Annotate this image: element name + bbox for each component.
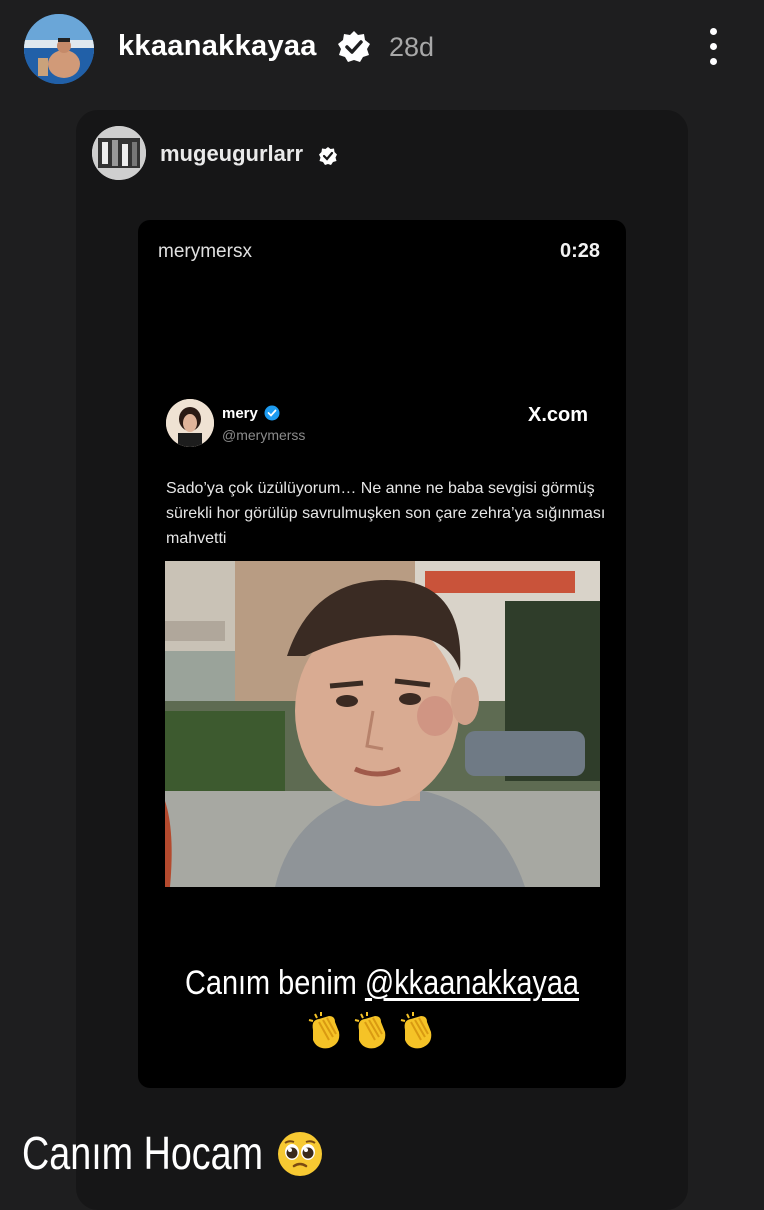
clapping-hands-icon <box>400 1012 432 1049</box>
clapping-hands-icon <box>354 1012 386 1049</box>
story-username[interactable]: kkaanakkayaa <box>118 30 317 63</box>
x-com-label: X.com <box>528 404 589 426</box>
reel-uploader[interactable]: merymersx <box>158 241 252 263</box>
tweet-author-handle: @merymerss <box>222 427 306 443</box>
story-user-avatar[interactable] <box>24 14 94 84</box>
tweet-author-name: mery <box>222 405 258 422</box>
shared-post-username[interactable]: mugeugurlarr <box>160 141 303 167</box>
caption-text: Canım benim <box>184 964 365 1002</box>
clap-emoji-row <box>305 1010 445 1056</box>
story-caption: Canım Hocam <box>22 1127 264 1179</box>
verified-badge-icon <box>319 147 337 165</box>
caption-mention[interactable]: @kkaanakkayaa <box>365 964 579 1002</box>
video-caption: Canım benim @kkaanakkayaa <box>175 964 590 1003</box>
more-options-icon[interactable] <box>700 24 726 74</box>
story-timestamp: 28d <box>389 32 435 62</box>
verified-badge-icon <box>264 405 280 421</box>
shared-post-avatar[interactable] <box>92 126 146 180</box>
pleading-face-icon <box>278 1132 322 1176</box>
tweet-image <box>165 561 600 887</box>
reel-duration: 0:28 <box>560 240 601 262</box>
verified-badge-icon <box>338 31 370 62</box>
clapping-hands-icon <box>308 1012 340 1049</box>
tweet-text: Sado’ya çok üzülüyorum… Ne anne ne baba … <box>166 480 606 547</box>
tweet-avatar <box>166 399 214 447</box>
story-header: kkaanakkayaa 28d <box>0 0 764 100</box>
